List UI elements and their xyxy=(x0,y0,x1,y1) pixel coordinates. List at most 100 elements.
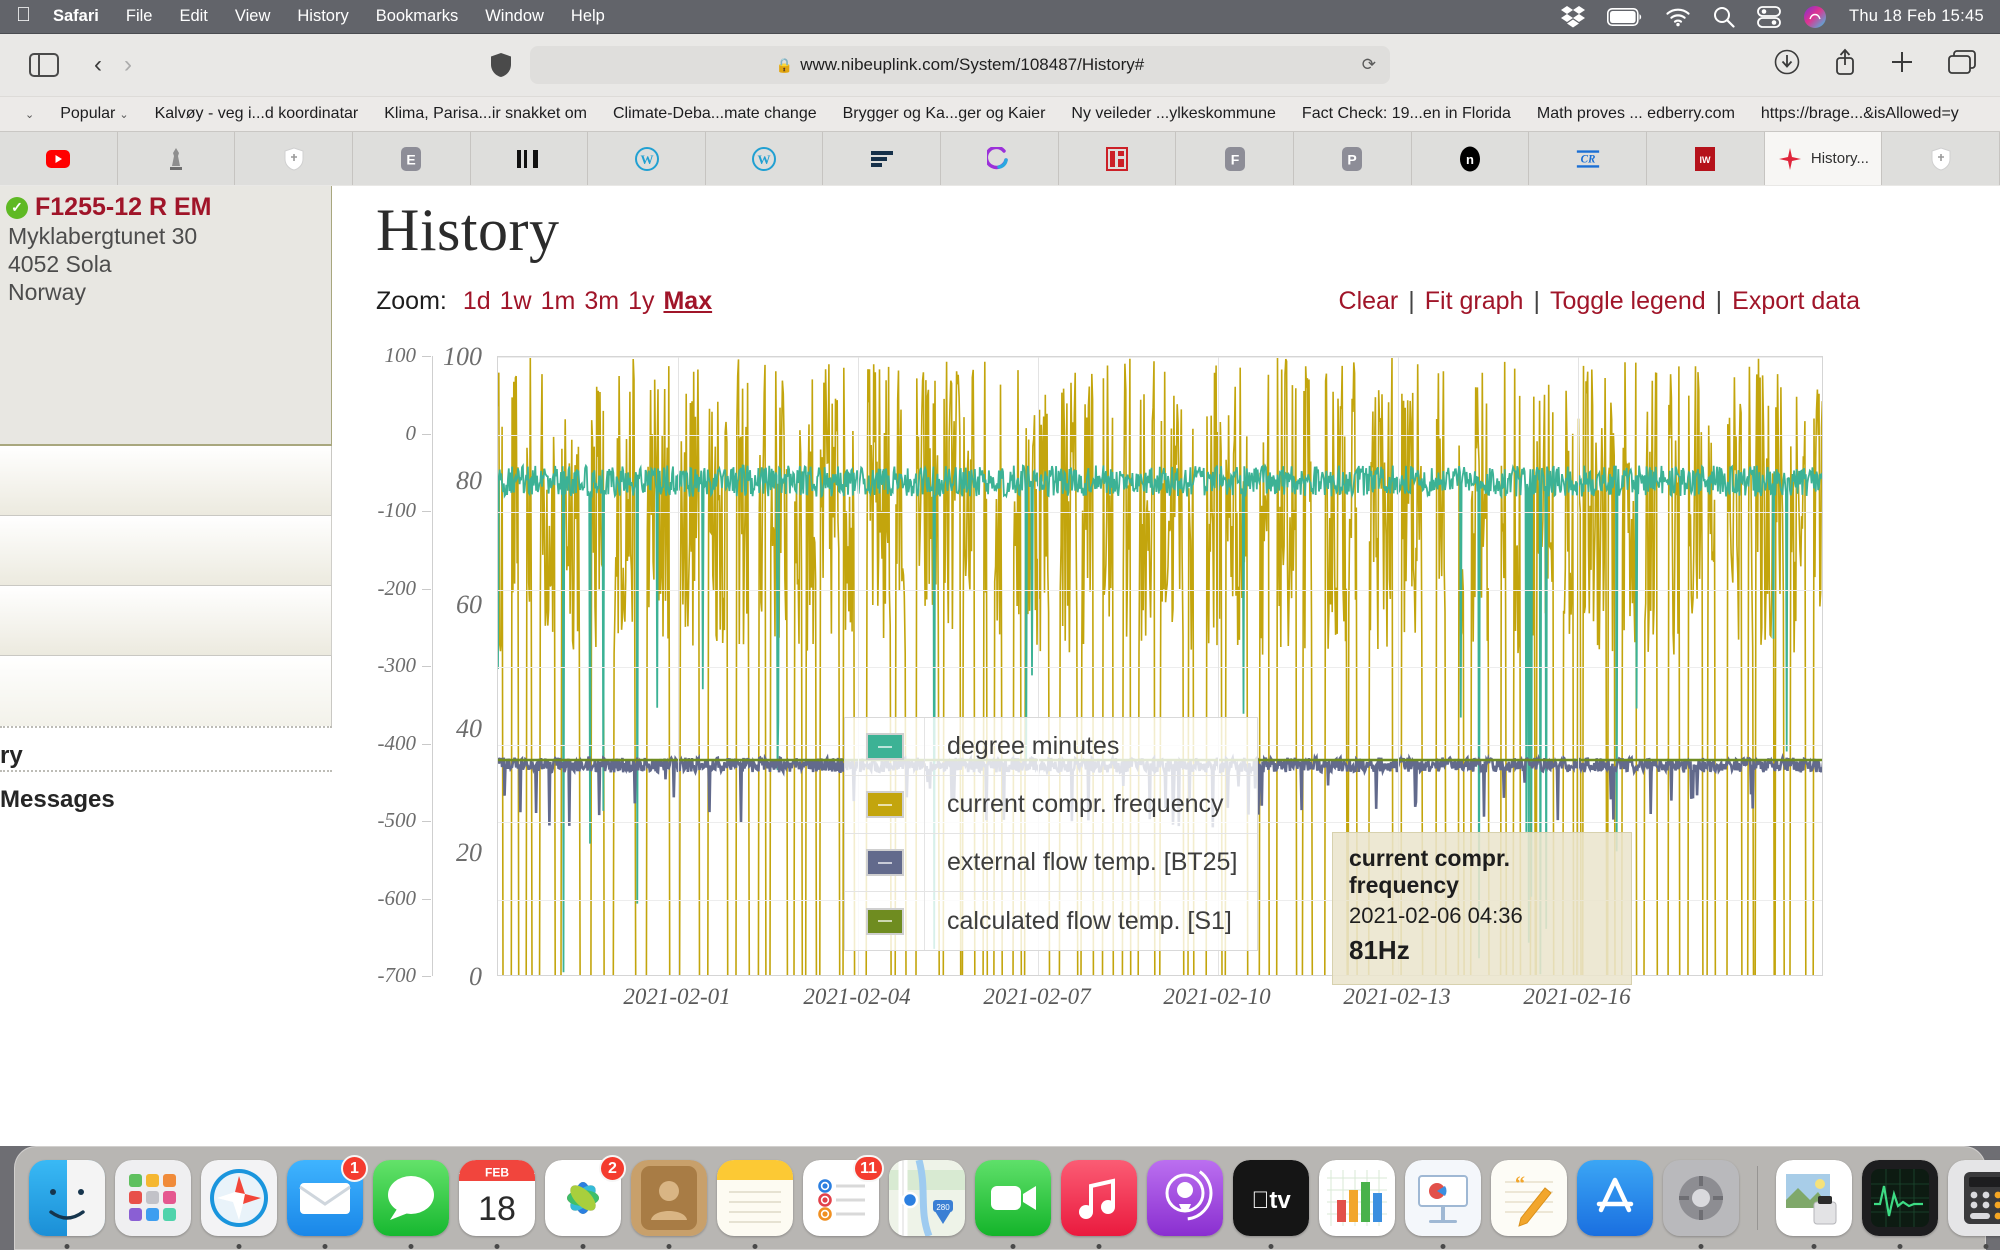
browser-tab[interactable]: E xyxy=(352,132,471,185)
dock-item-launchpad[interactable] xyxy=(115,1160,191,1236)
browser-tab[interactable] xyxy=(1058,132,1177,185)
clear-link[interactable]: Clear xyxy=(1339,287,1399,315)
dock-item-messages[interactable] xyxy=(373,1160,449,1249)
control-center-icon[interactable] xyxy=(1757,5,1781,28)
share-icon[interactable] xyxy=(1834,48,1856,82)
browser-tab[interactable] xyxy=(235,132,353,185)
browser-tab[interactable] xyxy=(470,132,589,185)
dock-item-notes[interactable] xyxy=(717,1160,793,1249)
menu-item-safari[interactable]: Safari xyxy=(53,7,99,26)
zoom-option-1w[interactable]: 1w xyxy=(500,287,532,315)
export-data-link[interactable]: Export data xyxy=(1732,287,1860,315)
menu-item-bookmarks[interactable]: Bookmarks xyxy=(376,7,459,26)
zoom-option-3m[interactable]: 3m xyxy=(584,287,619,315)
menu-item-edit[interactable]: Edit xyxy=(179,7,207,26)
dock-item-safari[interactable] xyxy=(201,1160,277,1249)
dock-item-activity-monitor[interactable] xyxy=(1862,1160,1938,1249)
dock-item-numbers[interactable] xyxy=(1319,1160,1395,1236)
chart-legend[interactable]: degree minutes current compr. frequency ex… xyxy=(844,717,1259,951)
dock-item-apple-tv[interactable]: tv xyxy=(1233,1160,1309,1249)
browser-tab[interactable]: F xyxy=(1176,132,1295,185)
dock-item-photos[interactable]: 2 xyxy=(545,1155,626,1249)
legend-item[interactable]: degree minutes xyxy=(845,718,1258,776)
toggle-legend-link[interactable]: Toggle legend xyxy=(1550,287,1706,315)
dock-item-facetime[interactable] xyxy=(975,1160,1051,1249)
history-chart[interactable]: degree minutes current compr. frequency ex… xyxy=(332,334,1912,1024)
bookmark-math-proves[interactable]: Math proves ... edberry.com xyxy=(1524,105,1748,123)
bookmark-fact-check[interactable]: Fact Check: 19...en in Florida xyxy=(1289,105,1524,123)
dock-item-music[interactable] xyxy=(1061,1160,1137,1249)
browser-tab[interactable]: W xyxy=(705,132,824,185)
reload-icon[interactable]: ⟳ xyxy=(1362,55,1376,75)
browser-tab[interactable]: n xyxy=(1411,132,1530,185)
bookmark-brygger[interactable]: Brygger og Ka...ger og Kaier xyxy=(830,105,1059,123)
legend-item[interactable]: current compr. frequency xyxy=(845,776,1258,834)
wifi-icon[interactable] xyxy=(1665,7,1691,27)
bookmark-klima[interactable]: Klima, Parisa...ir snakket om xyxy=(371,105,600,123)
sidebar-menu-row-1[interactable] xyxy=(0,446,332,516)
browser-tab-active[interactable]: History... xyxy=(1764,132,1883,185)
dropbox-icon[interactable] xyxy=(1560,5,1585,28)
browser-tab[interactable] xyxy=(1882,132,2000,185)
dock-item-preview[interactable] xyxy=(1776,1160,1852,1249)
sidebar-item-history[interactable]: ry xyxy=(0,728,332,770)
dock-item-finder[interactable] xyxy=(29,1160,105,1249)
chevron-left-icon[interactable]: ‹ xyxy=(94,51,102,79)
browser-tab[interactable]: W xyxy=(588,132,706,185)
bookmark-kalvoy[interactable]: Kalvøy - veg i...d koordinatar xyxy=(142,105,372,123)
zoom-option-1y[interactable]: 1y xyxy=(628,287,654,315)
browser-tab[interactable]: IW xyxy=(1646,132,1765,185)
legend-item[interactable]: external flow temp. [BT25] xyxy=(845,834,1258,892)
tab-overview-icon[interactable] xyxy=(1948,50,1976,80)
dock-item-contacts[interactable] xyxy=(631,1160,707,1249)
dock-item-maps[interactable]: 280 xyxy=(889,1160,965,1236)
search-icon[interactable] xyxy=(1713,6,1735,28)
browser-tab[interactable] xyxy=(117,132,236,185)
browser-tab[interactable] xyxy=(941,132,1059,185)
system-name-row[interactable]: ✓ F1255-12 R EM xyxy=(6,193,331,222)
menu-item-file[interactable]: File xyxy=(126,7,153,26)
menu-item-view[interactable]: View xyxy=(235,7,270,26)
shield-icon[interactable] xyxy=(490,52,512,78)
bookmark-ny-veileder[interactable]: Ny veileder ...ylkeskommune xyxy=(1058,105,1289,123)
sidebar-menu-row-3[interactable] xyxy=(0,586,332,656)
dock-item-podcasts[interactable] xyxy=(1147,1160,1223,1236)
dock-item-mail[interactable]: 1 xyxy=(287,1155,368,1249)
apple-icon[interactable]:  xyxy=(16,4,31,27)
menu-item-help[interactable]: Help xyxy=(571,7,605,26)
menu-item-window[interactable]: Window xyxy=(485,7,544,26)
bookmark-popular[interactable]: Popular ⌄ xyxy=(47,105,141,123)
dock-item-calendar[interactable]: FEB 18 xyxy=(459,1160,535,1249)
zoom-option-1d[interactable]: 1d xyxy=(463,287,491,315)
zoom-option-max[interactable]: Max xyxy=(663,287,712,315)
chevron-right-icon[interactable]: › xyxy=(124,51,132,79)
plus-icon[interactable] xyxy=(1890,50,1914,80)
bookmark-overflow[interactable]: ⌄ xyxy=(8,105,47,123)
download-icon[interactable] xyxy=(1774,49,1800,81)
sidebar-menu-row-4[interactable] xyxy=(0,656,332,726)
bookmark-climate-debate[interactable]: Climate-Deba...mate change xyxy=(600,105,830,123)
menu-item-history[interactable]: History xyxy=(297,7,348,26)
bookmark-brage[interactable]: https://brage...&isAllowed=y xyxy=(1748,105,1972,123)
dock-item-system-preferences[interactable] xyxy=(1663,1160,1739,1249)
dock-item-app-store[interactable] xyxy=(1577,1160,1653,1236)
tab-label: History... xyxy=(1810,150,1869,167)
dock-item-keynote[interactable] xyxy=(1405,1160,1481,1249)
siri-icon[interactable] xyxy=(1803,5,1827,29)
dock-item-reminders[interactable]: 11 xyxy=(803,1155,884,1236)
dock-item-calculator[interactable] xyxy=(1948,1160,2000,1249)
browser-tab[interactable]: CR xyxy=(1529,132,1647,185)
browser-tab[interactable] xyxy=(0,132,118,185)
legend-item[interactable]: calculated flow temp. [S1] xyxy=(845,892,1257,950)
sidebar-item-messages[interactable]: Messages xyxy=(0,772,332,814)
battery-icon[interactable] xyxy=(1606,7,1643,26)
dock-item-pages[interactable]: “ xyxy=(1491,1160,1567,1236)
menubar-clock[interactable]: Thu 18 Feb 15:45 xyxy=(1849,7,1984,26)
url-input[interactable]: 🔒 www.nibeuplink.com/System/108487/Histo… xyxy=(530,46,1390,84)
zoom-option-1m[interactable]: 1m xyxy=(541,287,576,315)
fit-graph-link[interactable]: Fit graph xyxy=(1425,287,1524,315)
sidebar-menu-row-2[interactable] xyxy=(0,516,332,586)
browser-tab[interactable] xyxy=(823,132,942,185)
browser-tab[interactable]: P xyxy=(1294,132,1412,185)
sidebar-icon[interactable] xyxy=(24,45,64,85)
